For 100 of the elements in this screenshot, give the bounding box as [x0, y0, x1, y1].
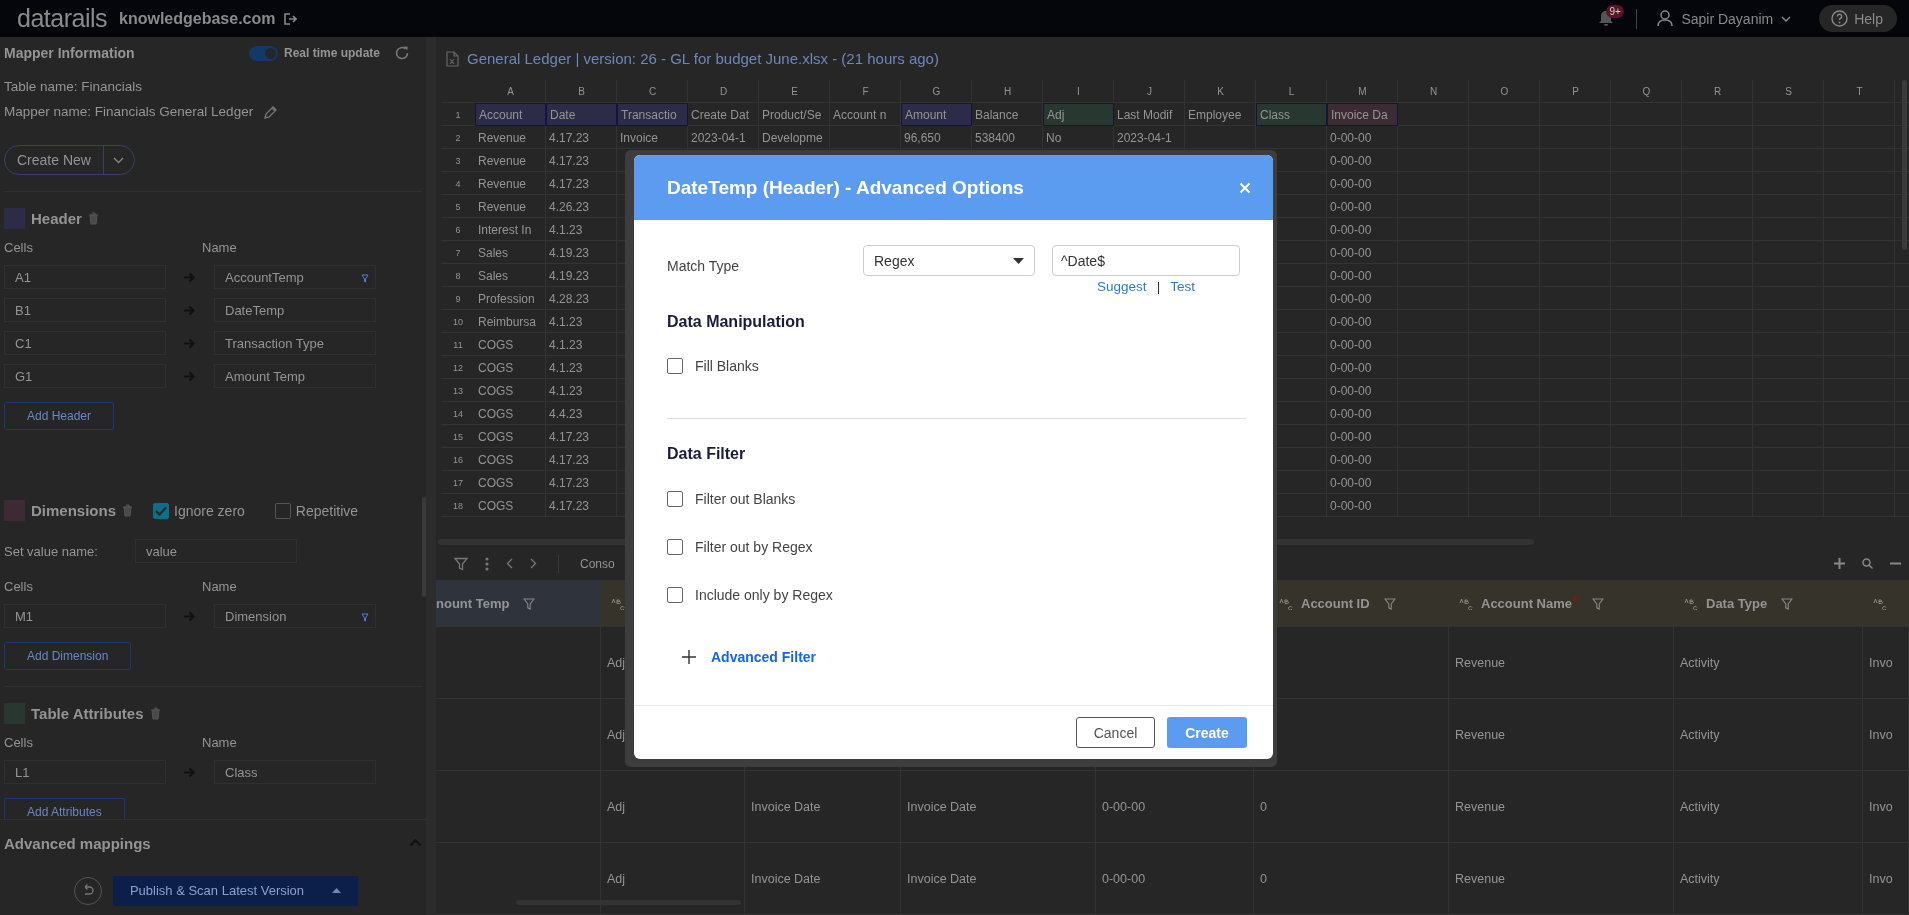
sheet-cell[interactable]: 4.17.23 — [546, 448, 617, 471]
sheet-cell[interactable]: 2023-04-1 — [688, 126, 759, 149]
test-link[interactable]: Test — [1170, 278, 1195, 294]
sheet-cell[interactable]: 4.17.23 — [546, 149, 617, 172]
sheet-cell[interactable]: Employee — [1185, 103, 1256, 126]
cell-field[interactable]: L1 — [4, 760, 166, 784]
search-icon[interactable] — [1862, 558, 1873, 569]
sheet-cell[interactable]: COGS — [475, 471, 546, 494]
plus-icon[interactable] — [1834, 558, 1845, 569]
sheet-cell[interactable]: Transactio — [617, 103, 688, 126]
sheet-cell[interactable]: Developme — [759, 126, 830, 149]
name-field[interactable]: Class — [214, 760, 376, 784]
sheet-cell[interactable]: 0-00-00 — [1327, 448, 1398, 471]
column-header[interactable]: B — [546, 80, 617, 103]
column-header[interactable]: I — [1043, 80, 1114, 103]
add-button[interactable]: Add Header — [4, 402, 115, 430]
create-button[interactable]: Create — [1167, 717, 1247, 748]
column-header[interactable]: E — [759, 80, 830, 103]
filter-icon[interactable] — [1383, 597, 1396, 610]
sheet-cell[interactable]: 0-00-00 — [1327, 425, 1398, 448]
sheet-cell[interactable]: 4.17.23 — [546, 172, 617, 195]
sheet-cell[interactable]: 0-00-00 — [1327, 149, 1398, 172]
sheet-cell[interactable]: 0-00-00 — [1327, 218, 1398, 241]
row-number[interactable]: 16 — [441, 448, 475, 471]
sheet-cell[interactable]: Product/Se — [759, 103, 830, 126]
filter-icon[interactable] — [1592, 597, 1605, 610]
sheet-cell[interactable]: 0-00-00 — [1327, 310, 1398, 333]
toggle-switch[interactable] — [248, 45, 278, 61]
sheet-cell[interactable]: 4.17.23 — [546, 126, 617, 149]
cancel-button[interactable]: Cancel — [1076, 717, 1155, 748]
undo-button[interactable] — [74, 876, 102, 905]
column-header[interactable]: nount Temp — [436, 580, 601, 627]
sheet-cell[interactable]: 4.1.23 — [546, 356, 617, 379]
name-field[interactable]: Transaction Type — [214, 331, 376, 355]
sheet-cell[interactable]: 0-00-00 — [1327, 379, 1398, 402]
sheet-cell[interactable]: 0-00-00 — [1327, 195, 1398, 218]
sheet-cell[interactable]: COGS — [475, 356, 546, 379]
column-header[interactable]: P — [1540, 80, 1611, 103]
sheet-cell[interactable]: No — [1043, 126, 1114, 149]
sheet-cell[interactable]: COGS — [475, 379, 546, 402]
column-header[interactable]: C — [617, 80, 688, 103]
add-button[interactable]: Add Dimension — [4, 642, 132, 670]
sheet-cell[interactable]: COGS — [475, 425, 546, 448]
column-header[interactable]: O — [1469, 80, 1540, 103]
sheet-cell[interactable]: Last Modif — [1114, 103, 1185, 126]
sheet-cell[interactable]: Adj — [1043, 103, 1114, 126]
column-header[interactable]: L — [1256, 80, 1327, 103]
row-number[interactable]: 10 — [441, 310, 475, 333]
sheet-cell[interactable]: Revenue — [475, 172, 546, 195]
name-field[interactable]: Dimension — [214, 604, 376, 628]
sheet-cell[interactable]: 0-00-00 — [1327, 172, 1398, 195]
column-header[interactable]: Q — [1611, 80, 1682, 103]
sheet-cell[interactable]: 538400 — [972, 126, 1043, 149]
sheet-cell[interactable]: Sales — [475, 241, 546, 264]
sheet-cell[interactable]: 4.19.23 — [546, 241, 617, 264]
checkbox[interactable] — [667, 587, 683, 603]
sheet-cell[interactable]: Account n — [830, 103, 901, 126]
cell-field[interactable]: C1 — [4, 331, 166, 355]
add-button[interactable]: Add Attributes — [4, 798, 125, 819]
chevron-left-icon[interactable] — [506, 558, 513, 569]
sheet-cell[interactable]: COGS — [475, 402, 546, 425]
row-number[interactable]: 7 — [441, 241, 475, 264]
sheet-cell[interactable]: COGS — [475, 494, 546, 517]
name-field[interactable]: Amount Temp — [214, 364, 376, 388]
row-number[interactable]: 3 — [441, 149, 475, 172]
sheet-cell[interactable]: 4.4.23 — [546, 402, 617, 425]
row-number[interactable]: 15 — [441, 425, 475, 448]
sheet-cell[interactable]: Revenue — [475, 126, 546, 149]
column-header[interactable]: H — [972, 80, 1043, 103]
sheet-cell[interactable]: Invoice — [617, 126, 688, 149]
funnel-icon[interactable] — [361, 613, 369, 622]
sheet-cell[interactable]: Date — [546, 103, 617, 126]
sheet-cell[interactable]: 0-00-00 — [1327, 264, 1398, 287]
sheet-cell[interactable]: 0-00-00 — [1327, 471, 1398, 494]
filter-icon[interactable] — [454, 556, 468, 571]
column-header[interactable]: S — [1753, 80, 1824, 103]
sheet-cell[interactable]: 4.17.23 — [546, 471, 617, 494]
row-number[interactable]: 6 — [441, 218, 475, 241]
sheet-cell[interactable]: 0-00-00 — [1327, 287, 1398, 310]
checkbox[interactable] — [667, 539, 683, 555]
column-header[interactable]: Data Type — [1674, 580, 1863, 627]
sheet-cell[interactable]: 0-00-00 — [1327, 402, 1398, 425]
sheet-cell[interactable]: 0-00-00 — [1327, 494, 1398, 517]
publish-button[interactable]: Publish & Scan Latest Version — [113, 875, 358, 906]
row-number[interactable]: 14 — [441, 402, 475, 425]
sheet-cell[interactable]: Profession — [475, 287, 546, 310]
row-number[interactable]: 1 — [441, 103, 475, 126]
sheet-cell[interactable]: 4.1.23 — [546, 379, 617, 402]
column-header[interactable]: G — [901, 80, 972, 103]
name-field[interactable]: AccountTemp — [214, 265, 376, 289]
advanced-filter-link[interactable]: Advanced Filter — [711, 649, 817, 665]
column-header[interactable]: N — [1398, 80, 1469, 103]
sheet-cell[interactable]: Class — [1256, 103, 1327, 126]
sheet-cell[interactable]: 96,650 — [901, 126, 972, 149]
row-number[interactable]: 17 — [441, 471, 475, 494]
sheet-cell[interactable]: Create Dat — [688, 103, 759, 126]
user-name[interactable]: Sapir Dayanim — [1681, 10, 1774, 27]
sheet-tab[interactable]: Conso — [580, 556, 615, 571]
chevron-down-icon[interactable] — [1781, 15, 1792, 22]
sheet-cell[interactable]: 0-00-00 — [1327, 333, 1398, 356]
